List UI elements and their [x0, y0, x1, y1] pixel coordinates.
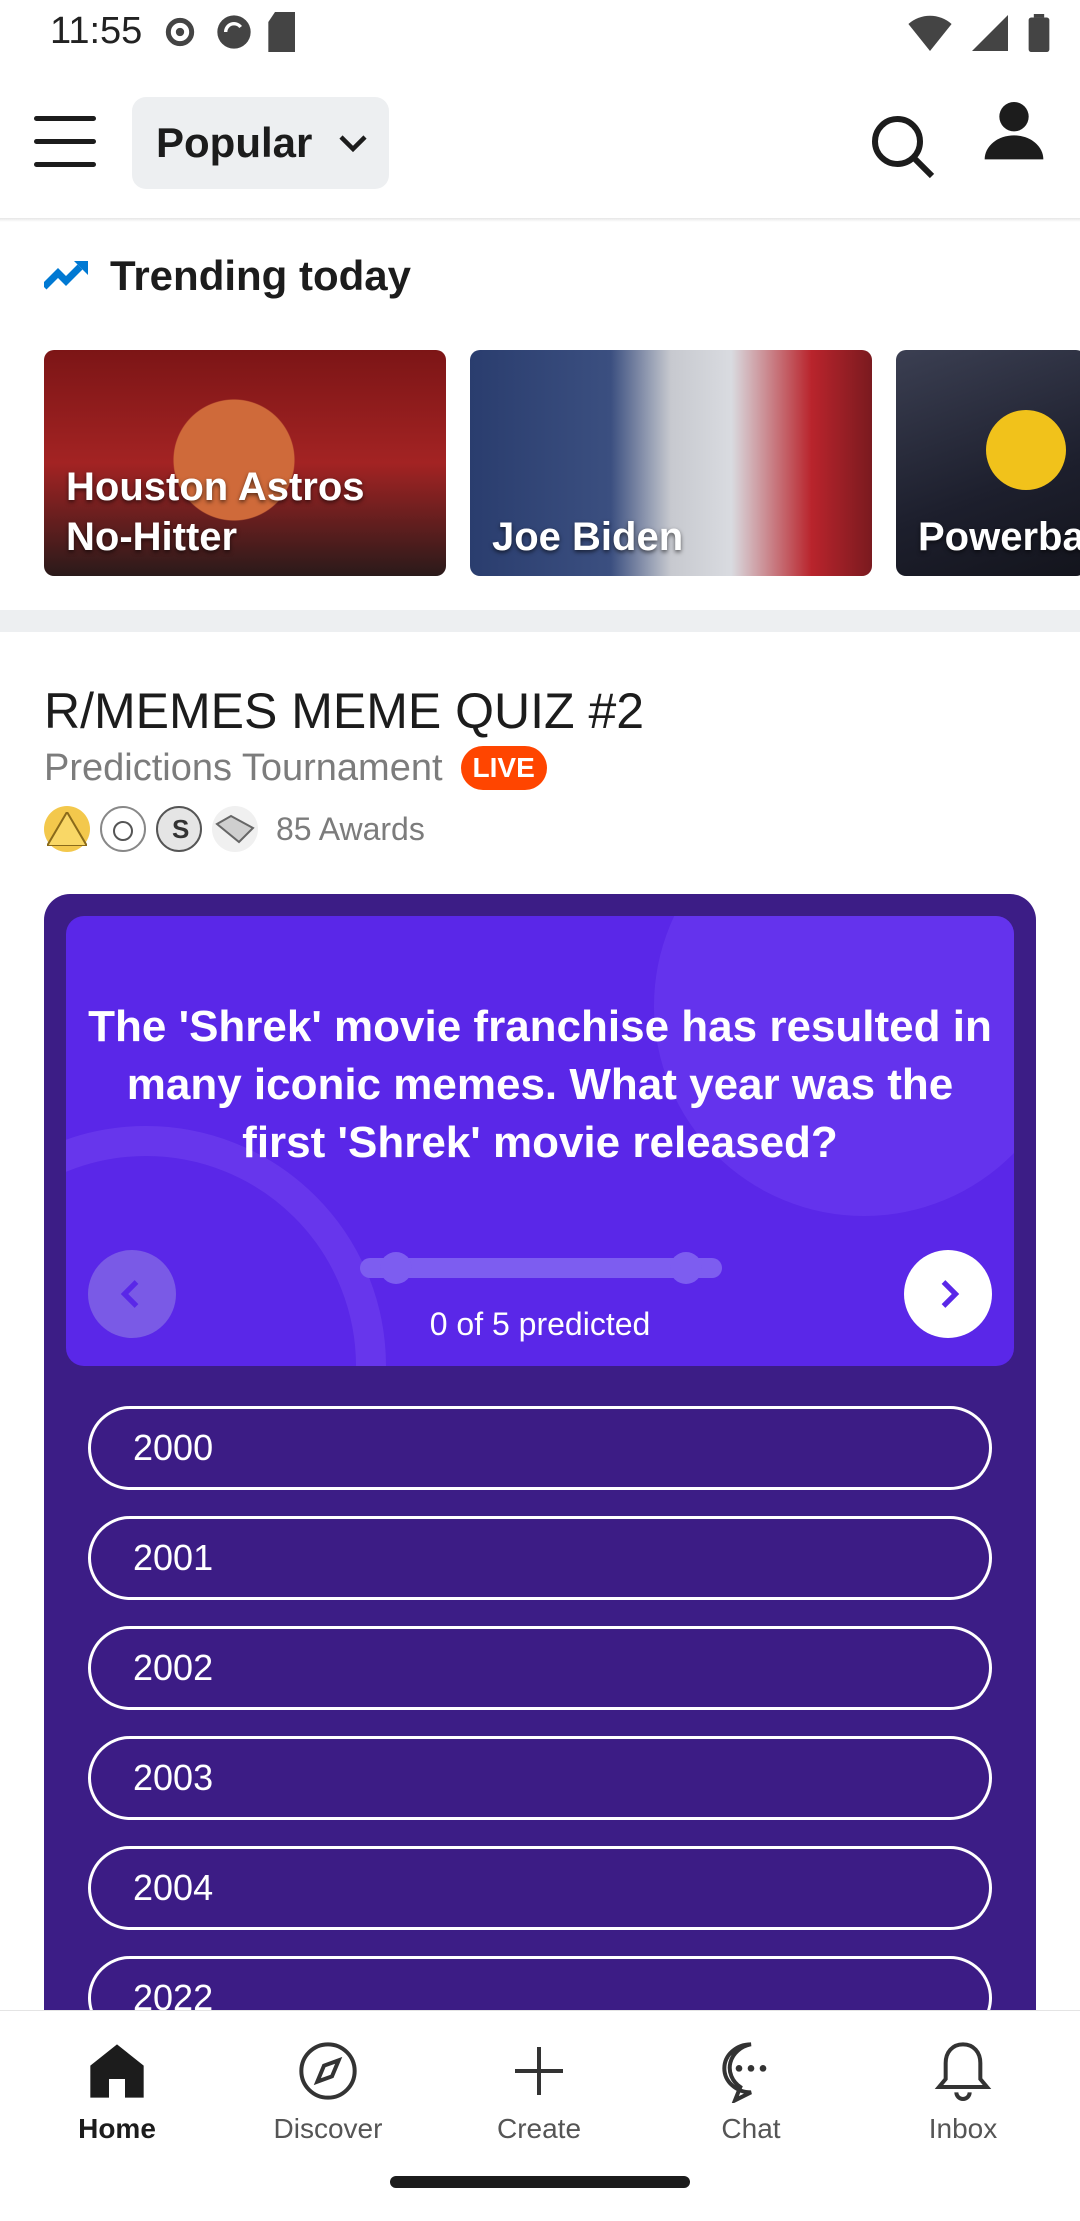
- profile-button[interactable]: [982, 98, 1046, 170]
- nav-chat[interactable]: Chat: [676, 2035, 826, 2145]
- answer-option[interactable]: 2002: [88, 1626, 992, 1710]
- chevron-down-icon: [339, 135, 367, 153]
- section-divider: [0, 610, 1080, 632]
- next-question-button[interactable]: [904, 1250, 992, 1338]
- post-subtitle: Predictions Tournament: [44, 746, 443, 789]
- status-bar: 11:55: [0, 0, 1080, 70]
- answer-option[interactable]: 2022: [88, 1956, 992, 2010]
- svg-text:S: S: [172, 814, 189, 844]
- chat-icon: [715, 2035, 787, 2107]
- award-icon: [212, 806, 258, 852]
- bottom-nav: Home Discover Create Chat Inbox: [0, 2010, 1080, 2221]
- status-icons-left: [160, 12, 302, 52]
- nav-label: Create: [496, 2113, 582, 2144]
- award-icon: [100, 806, 146, 852]
- nav-label: Inbox: [928, 2113, 998, 2144]
- nav-create[interactable]: Create: [464, 2035, 614, 2145]
- nav-label: Chat: [721, 2113, 781, 2144]
- trending-title: Trending today: [110, 252, 412, 299]
- sync-icon: [217, 15, 251, 49]
- profile-icon: [984, 102, 1044, 160]
- progress-text: 0 of 5 predicted: [429, 1306, 651, 1342]
- menu-icon[interactable]: [34, 116, 96, 168]
- quiz-question: The 'Shrek' movie franchise has resulted…: [88, 1002, 992, 1167]
- award-icon: S: [156, 806, 202, 852]
- trending-section: Trending today Houston Astros No-Hitter …: [0, 222, 1080, 610]
- plus-icon: [503, 2035, 575, 2107]
- signal-icon: [972, 15, 1008, 51]
- nav-label: Home: [78, 2113, 156, 2144]
- trending-card-label: Powerba: [918, 515, 1080, 559]
- trending-card-astros[interactable]: Houston Astros No-Hitter: [44, 350, 446, 576]
- status-icons-right: [908, 14, 1050, 52]
- lottery-logo: [986, 410, 1066, 490]
- chevron-right-icon: [941, 1280, 960, 1308]
- quiz-widget: The 'Shrek' movie franchise has resulted…: [44, 894, 1036, 2010]
- trending-header: Trending today: [44, 252, 411, 300]
- progress-dot: [670, 1252, 702, 1284]
- nav-inbox[interactable]: Inbox: [888, 2035, 1038, 2145]
- compass-icon: [292, 2035, 364, 2107]
- answer-option[interactable]: 2004: [88, 1846, 992, 1930]
- battery-icon: [1028, 14, 1050, 52]
- app-header: Popular: [0, 70, 1080, 220]
- awards-row[interactable]: S 85 Awards: [44, 806, 425, 852]
- live-badge: LIVE: [460, 746, 547, 790]
- trending-icon: [44, 261, 88, 290]
- nav-home[interactable]: Home: [42, 2035, 192, 2145]
- awards-count: 85 Awards: [276, 810, 425, 847]
- prediction-progress: [360, 1252, 722, 1284]
- post-card[interactable]: R/MEMES MEME QUIZ #2 Predictions Tournam…: [0, 632, 1080, 2010]
- nav-discover[interactable]: Discover: [253, 2035, 403, 2145]
- bell-icon: [927, 2035, 999, 2107]
- quiz-question-card: The 'Shrek' movie franchise has resulted…: [66, 916, 1014, 1366]
- trending-card-label: Houston Astros No-Hitter: [66, 465, 365, 559]
- home-icon: [81, 2035, 153, 2107]
- answer-option[interactable]: 2001: [88, 1516, 992, 1600]
- award-icon: [44, 806, 90, 852]
- post-subtitle-row: Predictions Tournament LIVE: [44, 746, 547, 790]
- trending-card-biden[interactable]: Joe Biden: [470, 350, 872, 576]
- nav-label: Discover: [273, 2113, 383, 2144]
- feed-selector-label: Popular: [156, 119, 313, 166]
- settings-icon: [165, 17, 195, 47]
- status-time: 11:55: [50, 10, 143, 52]
- answer-options: 2000 2001 2002 2003 2004 2022: [88, 1406, 992, 2010]
- answer-option[interactable]: 2003: [88, 1736, 992, 1820]
- progress-dot: [380, 1252, 412, 1284]
- trending-card-label: Joe Biden: [492, 515, 684, 559]
- wifi-icon: [908, 15, 952, 51]
- answer-option[interactable]: 2000: [88, 1406, 992, 1490]
- trending-card-powerball[interactable]: Powerba: [896, 350, 1080, 576]
- search-icon: [872, 116, 935, 179]
- search-button[interactable]: [866, 110, 938, 182]
- post-title[interactable]: R/MEMES MEME QUIZ #2: [44, 682, 644, 740]
- sd-card-icon: [268, 12, 295, 52]
- trending-cards: Houston Astros No-Hitter Joe Biden Power…: [44, 350, 1080, 576]
- home-indicator[interactable]: [390, 2176, 690, 2188]
- feed-selector[interactable]: Popular: [132, 97, 389, 189]
